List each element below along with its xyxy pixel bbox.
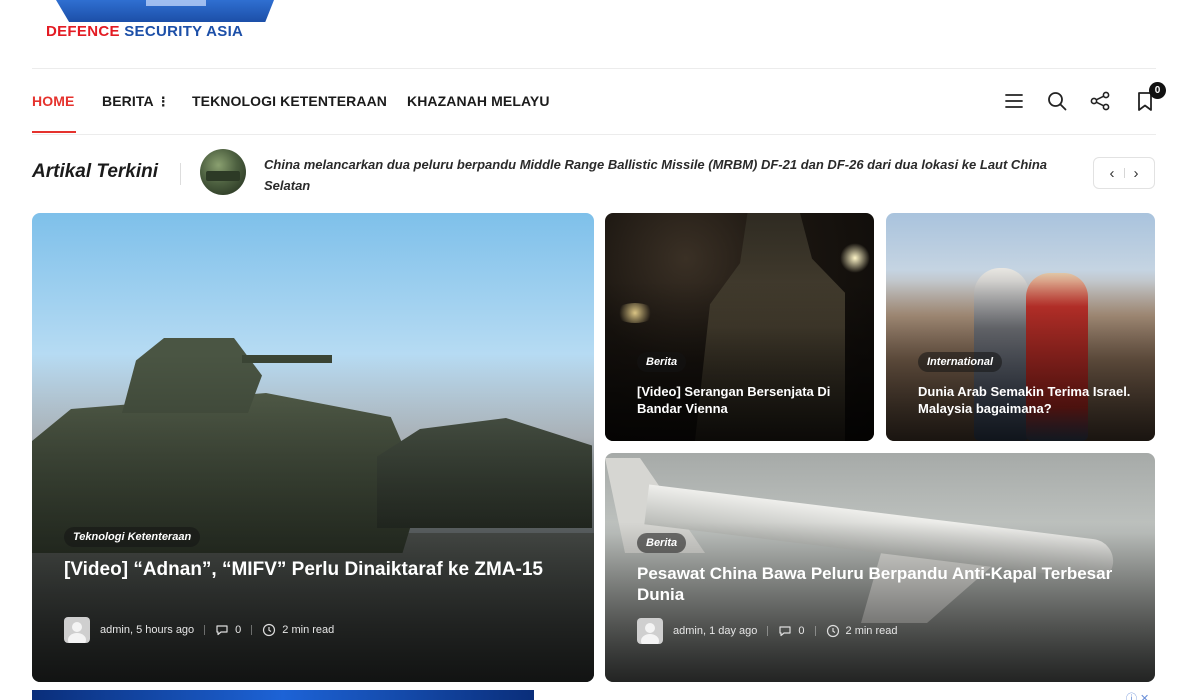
clock-icon	[263, 623, 276, 637]
nav-item-home[interactable]: HOME	[32, 68, 76, 134]
ticker-title: Artikal Terkini	[32, 161, 159, 182]
author-avatar[interactable]	[637, 618, 663, 644]
chevron-right-icon[interactable]: ›	[1134, 165, 1139, 182]
author-avatar[interactable]	[64, 617, 90, 643]
category-badge[interactable]: Berita	[637, 352, 687, 372]
article-card-dunia-arab[interactable]: International Dunia Arab Semakin Terima …	[886, 213, 1155, 441]
meta-separator	[251, 625, 253, 635]
comment-count[interactable]: 0	[235, 624, 241, 636]
advertisement-banner[interactable]	[32, 690, 534, 700]
ad-choices-icon[interactable]: ⓘ ✕	[1126, 690, 1149, 700]
read-time: 2 min read	[845, 625, 898, 637]
nav-item-khazanah-melayu[interactable]: KHAZANAH MELAYU	[407, 68, 550, 134]
bookmark-count-badge: 0	[1149, 82, 1166, 99]
featured-article-card[interactable]: Teknologi Ketenteraan [Video] “Adnan”, “…	[32, 213, 594, 682]
share-icon[interactable]	[1089, 90, 1111, 112]
meta-separator	[767, 626, 769, 636]
ticker-separator	[180, 163, 181, 185]
article-title[interactable]: Dunia Arab Semakin Terima Israel. Malays…	[918, 383, 1140, 417]
article-meta: admin, 5 hours ago 0 2 min read	[64, 617, 334, 643]
meta-separator	[204, 625, 206, 635]
site-logo[interactable]: DEFENCE SECURITY ASIA	[44, 0, 274, 44]
article-card-pesawat-china[interactable]: Berita Pesawat China Bawa Peluru Berpand…	[605, 453, 1155, 682]
author-and-date[interactable]: admin, 5 hours ago	[100, 624, 194, 636]
ticker-thumbnail[interactable]	[200, 149, 246, 195]
logo-wordmark: DEFENCE SECURITY ASIA	[46, 23, 244, 40]
category-badge[interactable]: Berita	[637, 533, 687, 553]
comment-icon	[216, 625, 228, 636]
more-vertical-icon: ⋮	[156, 94, 170, 109]
article-title[interactable]: [Video] Serangan Bersenjata Di Bandar Vi…	[637, 383, 857, 417]
article-card-vienna[interactable]: Berita [Video] Serangan Bersenjata Di Ba…	[605, 213, 874, 441]
category-badge[interactable]: International	[918, 352, 1003, 372]
ticker-navigation: ‹ ›	[1093, 157, 1155, 189]
bookmark-icon[interactable]: 0	[1134, 82, 1166, 112]
card-image-light	[840, 243, 870, 273]
search-icon[interactable]	[1046, 90, 1068, 112]
nav-item-teknologi-ketenteraan[interactable]: TEKNOLOGI KETENTERAAN	[192, 68, 387, 134]
author-and-date[interactable]: admin, 1 day ago	[673, 625, 757, 637]
main-navigation: HOME BERITA ⋮ TEKNOLOGI KETENTERAAN KHAZA…	[32, 68, 1166, 134]
article-title[interactable]: Pesawat China Bawa Peluru Berpandu Anti-…	[637, 563, 1117, 605]
nav-active-underline	[32, 131, 76, 133]
ticker-nav-divider	[1123, 168, 1125, 178]
menu-icon[interactable]	[1003, 90, 1025, 112]
comment-icon	[779, 626, 791, 637]
meta-separator	[814, 626, 816, 636]
header-divider-bottom	[32, 134, 1156, 135]
category-badge[interactable]: Teknologi Ketenteraan	[64, 527, 201, 547]
chevron-left-icon[interactable]: ‹	[1110, 165, 1115, 182]
nav-item-berita[interactable]: BERITA ⋮	[102, 68, 170, 134]
ticker-headline-link[interactable]: China melancarkan dua peluru berpandu Mi…	[264, 154, 1074, 196]
article-meta: admin, 1 day ago 0 2 min read	[637, 618, 898, 644]
warship-logo-graphic	[56, 0, 274, 22]
read-time: 2 min read	[282, 624, 335, 636]
clock-icon	[826, 624, 839, 638]
comment-count[interactable]: 0	[798, 625, 804, 637]
article-title[interactable]: [Video] “Adnan”, “MIFV” Perlu Dinaiktara…	[64, 558, 564, 582]
